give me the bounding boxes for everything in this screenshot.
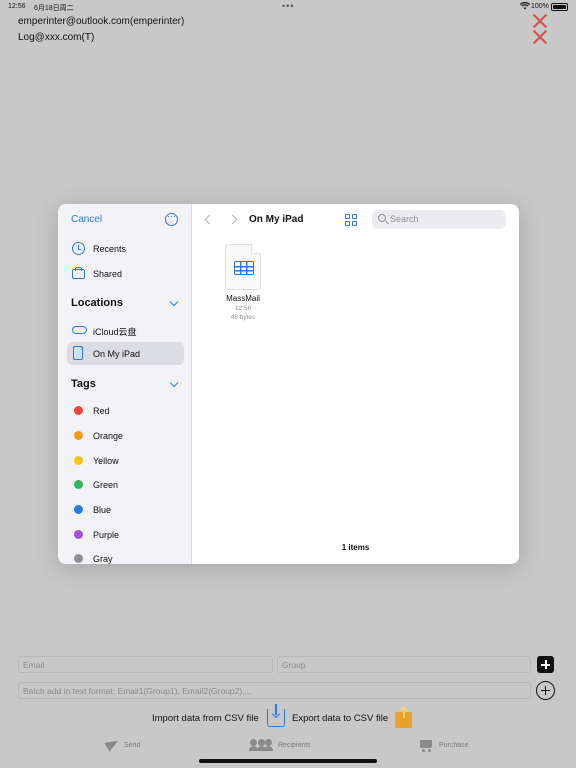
grid-view-icon[interactable] (345, 214, 357, 226)
items-count: 1 items (341, 543, 370, 552)
import-tray-icon[interactable] (267, 704, 285, 727)
battery-icon (551, 3, 568, 11)
cloud-icon (72, 326, 87, 334)
sidebar-tag-yellow[interactable]: Yellow (67, 449, 184, 472)
locations-section-title: Locations (71, 297, 123, 309)
paper-plane-icon (104, 736, 121, 752)
location-title: On My iPad (249, 214, 304, 225)
tab-label: Recipients (278, 742, 311, 749)
export-csv-button[interactable]: Export data to CSV file (292, 713, 388, 724)
sidebar-item-label: Recents (93, 244, 127, 254)
tag-label: Yellow (93, 456, 119, 466)
group-input[interactable]: Group (277, 656, 531, 673)
tags-collapse-chevron-icon[interactable] (169, 378, 179, 388)
sidebar-tag-orange[interactable]: Orange (67, 424, 184, 447)
account-line-1: emperinter@outlook.com(emperinter) (18, 16, 185, 27)
sidebar-tag-blue[interactable]: Blue (67, 498, 184, 521)
batch-add-input[interactable]: Batch add in text format: Email1(Group1)… (18, 682, 531, 699)
tag-label: Green (93, 480, 119, 490)
tag-color-dot-icon (74, 505, 83, 514)
clock-icon (72, 242, 85, 255)
sidebar-tag-purple[interactable]: Purple (67, 523, 184, 546)
tag-color-dot-icon (74, 406, 83, 415)
multitasking-dots-icon[interactable]: ••• (282, 1, 294, 11)
ipad-icon (73, 346, 83, 360)
sidebar-tag-green[interactable]: Green (67, 473, 184, 496)
forward-chevron-icon[interactable] (227, 214, 238, 225)
back-chevron-icon[interactable] (204, 214, 215, 225)
tag-label: Gray (93, 554, 113, 564)
tags-section-title: Tags (71, 378, 96, 390)
tag-color-dot-icon (74, 480, 83, 489)
status-bar: 12:56 6月18日周二 ••• 100% (0, 0, 576, 14)
tag-label: Red (93, 406, 110, 416)
tag-label: Orange (93, 431, 124, 441)
locations-collapse-chevron-icon[interactable] (169, 297, 179, 307)
import-csv-button[interactable]: Import data from CSV file (152, 713, 259, 724)
shared-folder-icon (72, 267, 85, 279)
tab-label: Purchase (439, 742, 469, 749)
delete-account-2-close-icon[interactable] (533, 30, 547, 44)
sidebar-tag-gray[interactable]: Gray (67, 547, 184, 564)
batch-add-plus-circle-icon[interactable] (536, 681, 555, 700)
file-item-massmail[interactable]: MassMail 12:56 48 bytes (218, 244, 268, 321)
more-options-icon[interactable] (165, 211, 178, 226)
file-size: 48 bytes (230, 314, 256, 321)
sidebar-item-icloud[interactable]: iCloud云盘 (67, 318, 184, 341)
tag-label: Blue (93, 505, 112, 515)
people-icon (249, 739, 273, 751)
cart-icon (420, 740, 432, 752)
tag-color-dot-icon (74, 456, 83, 465)
tag-color-dot-icon (74, 554, 83, 563)
file-name: MassMail (226, 294, 260, 303)
status-date: 6月18日周二 (34, 5, 74, 12)
file-time: 12:56 (234, 305, 252, 312)
tag-color-dot-icon (74, 530, 83, 539)
sidebar-tag-red[interactable]: Red (67, 399, 184, 422)
tag-color-dot-icon (74, 431, 83, 440)
status-time: 12:56 (8, 3, 26, 10)
sidebar-item-on-my-ipad[interactable]: On My iPad (67, 342, 184, 365)
delete-account-1-close-icon[interactable] (533, 14, 547, 28)
add-recipient-plus-icon[interactable] (537, 656, 554, 673)
home-indicator[interactable] (199, 759, 377, 763)
cancel-button[interactable]: Cancel (71, 214, 102, 225)
sidebar-item-label: iCloud云盘 (93, 327, 137, 337)
tab-label: Send (124, 742, 141, 749)
tag-label: Purple (93, 530, 120, 540)
picker-sidebar: Cancel Recents Shared Locations iCloud云盘… (58, 204, 192, 564)
account-line-2: Log@xxx.com(T) (18, 32, 95, 43)
sidebar-item-label: On My iPad (93, 349, 141, 359)
sidebar-item-shared[interactable]: Shared (67, 262, 184, 285)
picker-main-pane: On My iPad Search MassMail 12:56 48 byte… (192, 204, 519, 564)
search-placeholder: Search (390, 214, 419, 224)
search-icon (378, 214, 386, 222)
sidebar-item-recents[interactable]: Recents (67, 237, 184, 260)
file-picker-dialog: Cancel Recents Shared Locations iCloud云盘… (58, 204, 519, 564)
email-input[interactable]: Email (18, 656, 273, 673)
export-share-icon[interactable] (395, 707, 412, 728)
sidebar-item-label: Shared (93, 269, 123, 279)
spreadsheet-icon (234, 261, 254, 275)
search-input[interactable]: Search (372, 210, 506, 229)
file-thumbnail (225, 244, 261, 290)
wifi-icon (520, 2, 530, 10)
battery-percent: 100% (531, 3, 549, 10)
